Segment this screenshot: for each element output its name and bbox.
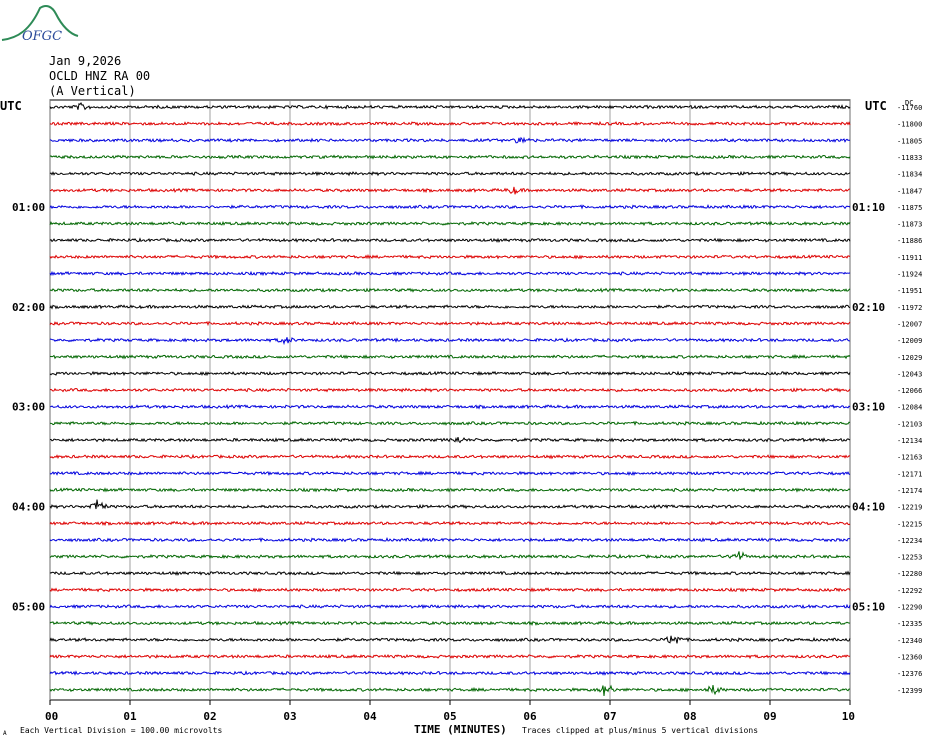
x-tick-label: 05	[443, 710, 456, 723]
dc-offset-label: -11972	[897, 304, 922, 312]
corner-mark: A	[3, 730, 7, 737]
dc-offset-label: -12280	[897, 570, 922, 578]
right-time-label: 02:10	[852, 301, 885, 314]
x-tick-label: 00	[45, 710, 58, 723]
dc-offset-label: -11834	[897, 171, 922, 179]
right-time-label: 03:10	[852, 401, 885, 414]
dc-offset-label: -11805	[897, 137, 922, 145]
x-tick-label: 07	[603, 710, 616, 723]
clip-note: Traces clipped at plus/minus 5 vertical …	[522, 726, 758, 735]
dc-offset-label: -12399	[897, 687, 922, 695]
dc-offset-label: -12009	[897, 337, 922, 345]
left-time-label: 04:00	[12, 501, 45, 514]
dc-offset-label: -11886	[897, 237, 922, 245]
left-time-label: 05:00	[12, 601, 45, 614]
dc-offset-label: -11911	[897, 254, 922, 262]
dc-offset-label: -12134	[897, 437, 922, 445]
dc-offset-label: -12043	[897, 370, 922, 378]
dc-offset-label: -11875	[897, 204, 922, 212]
dc-offset-label: -12029	[897, 354, 922, 362]
dc-offset-label: -11847	[897, 187, 922, 195]
left-utc-label: UTC	[0, 99, 22, 113]
label-group: -11760-11800-11805-11833-11834-11847-118…	[12, 104, 922, 723]
dc-offset-label: -12253	[897, 554, 922, 562]
dc-offset-label: -12335	[897, 620, 922, 628]
dc-offset-label: -12234	[897, 537, 922, 545]
dc-offset-label: -11833	[897, 154, 922, 162]
dc-offset-label: -12007	[897, 320, 922, 328]
left-time-label: 03:00	[12, 401, 45, 414]
x-tick-label: 01	[123, 710, 137, 723]
dc-offset-label: -11924	[897, 271, 922, 279]
dc-offset-label: -12340	[897, 637, 922, 645]
dc-offset-label: -12066	[897, 387, 922, 395]
dc-offset-label: -11951	[897, 287, 922, 295]
right-time-label: 01:10	[852, 201, 885, 214]
dc-offset-label: -12084	[897, 404, 922, 412]
left-time-label: 02:00	[12, 301, 45, 314]
x-axis-title: TIME (MINUTES)	[414, 723, 507, 736]
dc-offset-label: -12215	[897, 520, 922, 528]
x-tick-label: 08	[683, 710, 696, 723]
x-tick-label: 10	[842, 710, 855, 723]
dc-offset-label: -12290	[897, 604, 922, 612]
right-time-label: 04:10	[852, 501, 885, 514]
dc-offset-label: -12163	[897, 454, 922, 462]
x-tick-label: 03	[283, 710, 296, 723]
dc-offset-label: -12103	[897, 420, 922, 428]
dc-offset-label: -11873	[897, 221, 922, 229]
helicorder-plot: -11760-11800-11805-11833-11834-11847-118…	[0, 99, 922, 737]
left-time-label: 01:00	[12, 201, 45, 214]
dc-label: DC	[905, 99, 913, 107]
x-tick-label: 04	[363, 710, 377, 723]
right-utc-label: UTC	[865, 99, 887, 113]
dc-offset-label: -12360	[897, 653, 922, 661]
dc-offset-label: -12174	[897, 487, 922, 495]
dc-offset-label: -12219	[897, 504, 922, 512]
dc-offset-label: -12376	[897, 670, 922, 678]
x-tick-label: 02	[203, 710, 216, 723]
right-time-label: 05:10	[852, 601, 885, 614]
scale-note: Each Vertical Division = 100.00 microvol…	[20, 726, 222, 735]
x-tick-label: 06	[523, 710, 537, 723]
dc-offset-label: -12292	[897, 587, 922, 595]
dc-offset-label: -12171	[897, 470, 922, 478]
x-tick-label: 09	[763, 710, 776, 723]
dc-offset-label: -11800	[897, 121, 922, 129]
